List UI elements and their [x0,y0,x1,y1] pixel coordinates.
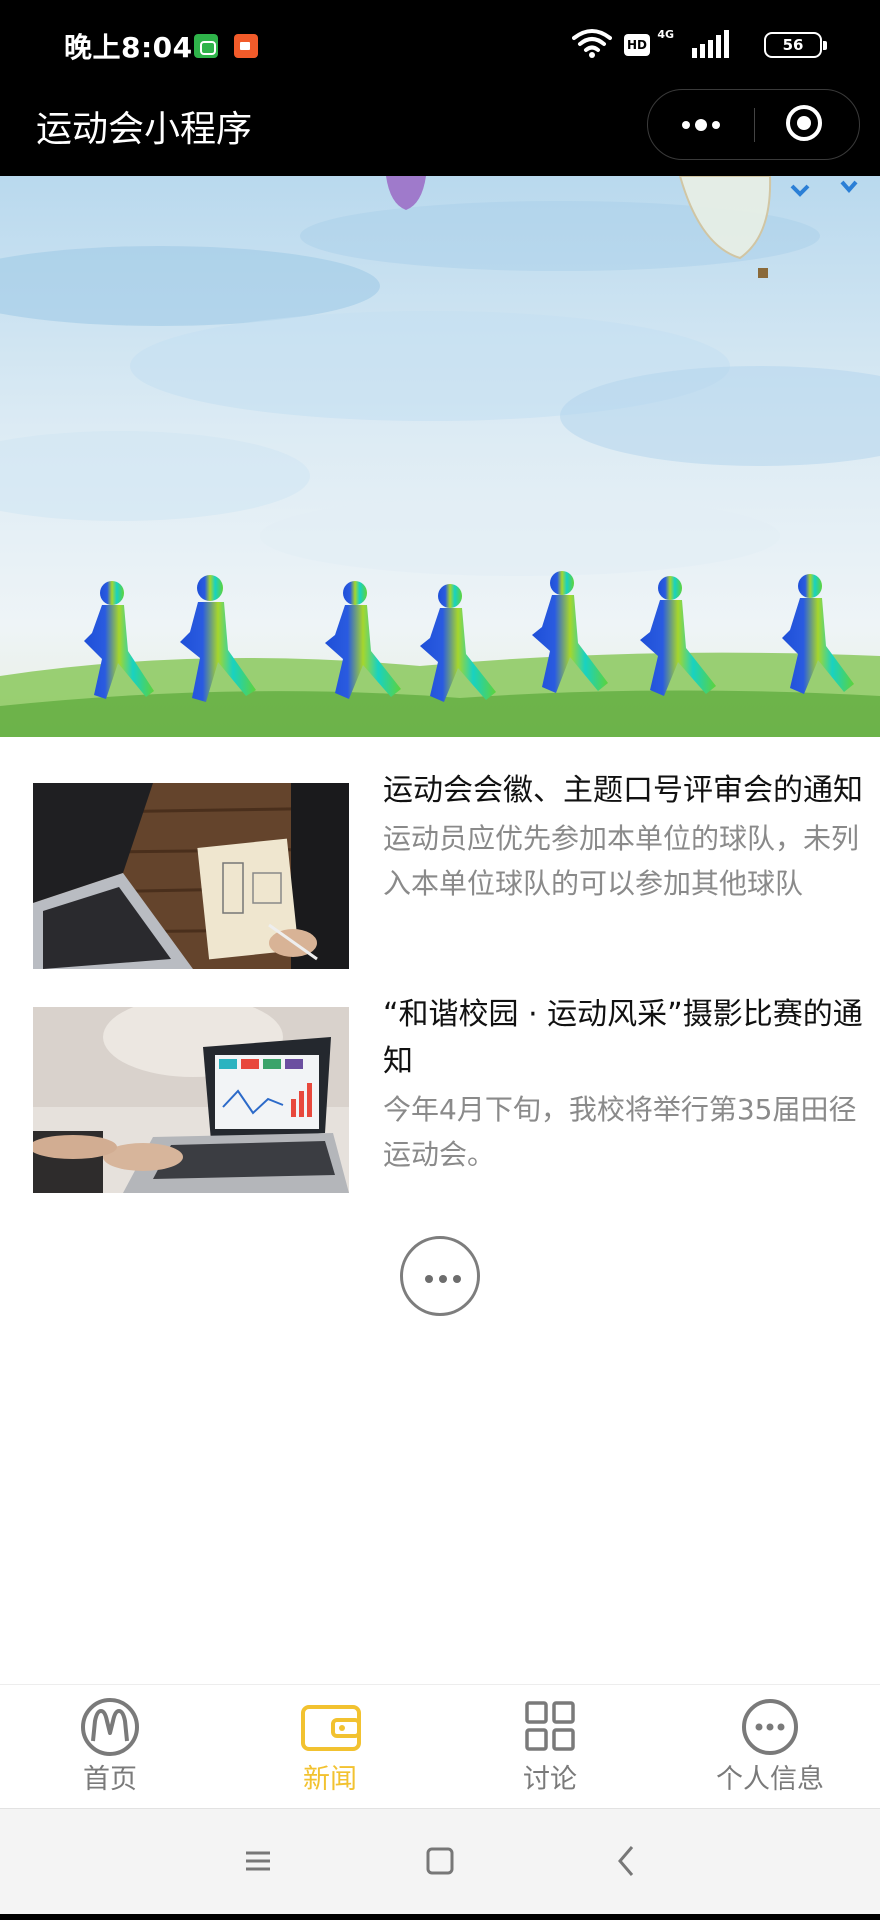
news-item[interactable]: “和谐校园 · 运动风采”摄影比赛的通知 今年4月下旬，我校将举行第35届田径运… [33,961,880,1193]
tab-label: 新闻 [303,1764,357,1795]
mini-program-nav-bar: 运动会小程序 [0,89,880,176]
dot [425,1275,433,1283]
signal-strength-icon [692,30,729,58]
dot [712,121,720,129]
status-bar: 晚上8:04 HD 4G 56 [0,0,880,92]
app-notification-icon [194,34,218,58]
video-notification-icon [234,34,258,58]
mini-program-capsule [647,89,860,160]
news-thumbnail-laptop-desk [33,783,349,969]
hd-badge: HD [624,34,650,56]
sports-banner-image[interactable] [0,176,880,737]
system-navigation-bar [0,1808,880,1914]
wifi-icon [572,29,612,58]
news-summary: 今年4月下旬，我校将举行第35届田径运动会。 [383,1093,857,1171]
close-mini-program-button[interactable] [753,90,859,159]
more-options-button[interactable] [648,90,754,159]
news-title[interactable]: “和谐校园 · 运动风采”摄影比赛的通知 [383,991,880,1085]
tab-bar: 首页 新闻 讨论 个人信息 [0,1684,880,1808]
home-square-icon[interactable] [418,1839,462,1883]
tab-news[interactable]: 新闻 [220,1685,440,1809]
back-icon[interactable] [604,1839,648,1883]
runners-illustration [0,176,880,737]
battery-level: 56 [782,36,804,54]
dot [695,119,707,131]
status-time: 晚上8:04 [64,31,193,64]
menu-icon[interactable] [236,1839,280,1883]
tab-label: 首页 [83,1764,137,1795]
wallet-icon [301,1705,361,1751]
more-circle-icon [742,1699,798,1755]
grid-icon [525,1701,575,1751]
dot [439,1275,447,1283]
tab-discussion[interactable]: 讨论 [440,1685,660,1809]
dot [682,121,690,129]
load-more-button[interactable] [400,1236,480,1316]
bottom-edge [0,1914,880,1920]
tab-label: 讨论 [523,1764,577,1795]
news-title[interactable]: 运动会会徽、主题口号评审会的通知 [383,767,880,814]
tab-home[interactable]: 首页 [0,1685,220,1809]
tab-label: 个人信息 [716,1764,824,1795]
news-summary: 运动员应优先参加本单位的球队，未列入本单位球队的可以参加其他球队 [383,822,860,900]
news-text: “和谐校园 · 运动风采”摄影比赛的通知 今年4月下旬，我校将举行第35届田径运… [383,991,880,1177]
page-title: 运动会小程序 [36,109,253,150]
mcdonalds-logo-icon [81,1698,139,1756]
news-item[interactable]: 运动会会徽、主题口号评审会的通知 运动员应优先参加本单位的球队，未列入本单位球队… [33,737,880,969]
tab-profile[interactable]: 个人信息 [660,1685,880,1809]
network-type: 4G [657,28,674,41]
dot [453,1275,461,1283]
battery-icon: 56 [764,32,827,58]
news-thumbnail-laptop-chart [33,1007,349,1193]
news-text: 运动会会徽、主题口号评审会的通知 运动员应优先参加本单位的球队，未列入本单位球队… [383,767,880,906]
